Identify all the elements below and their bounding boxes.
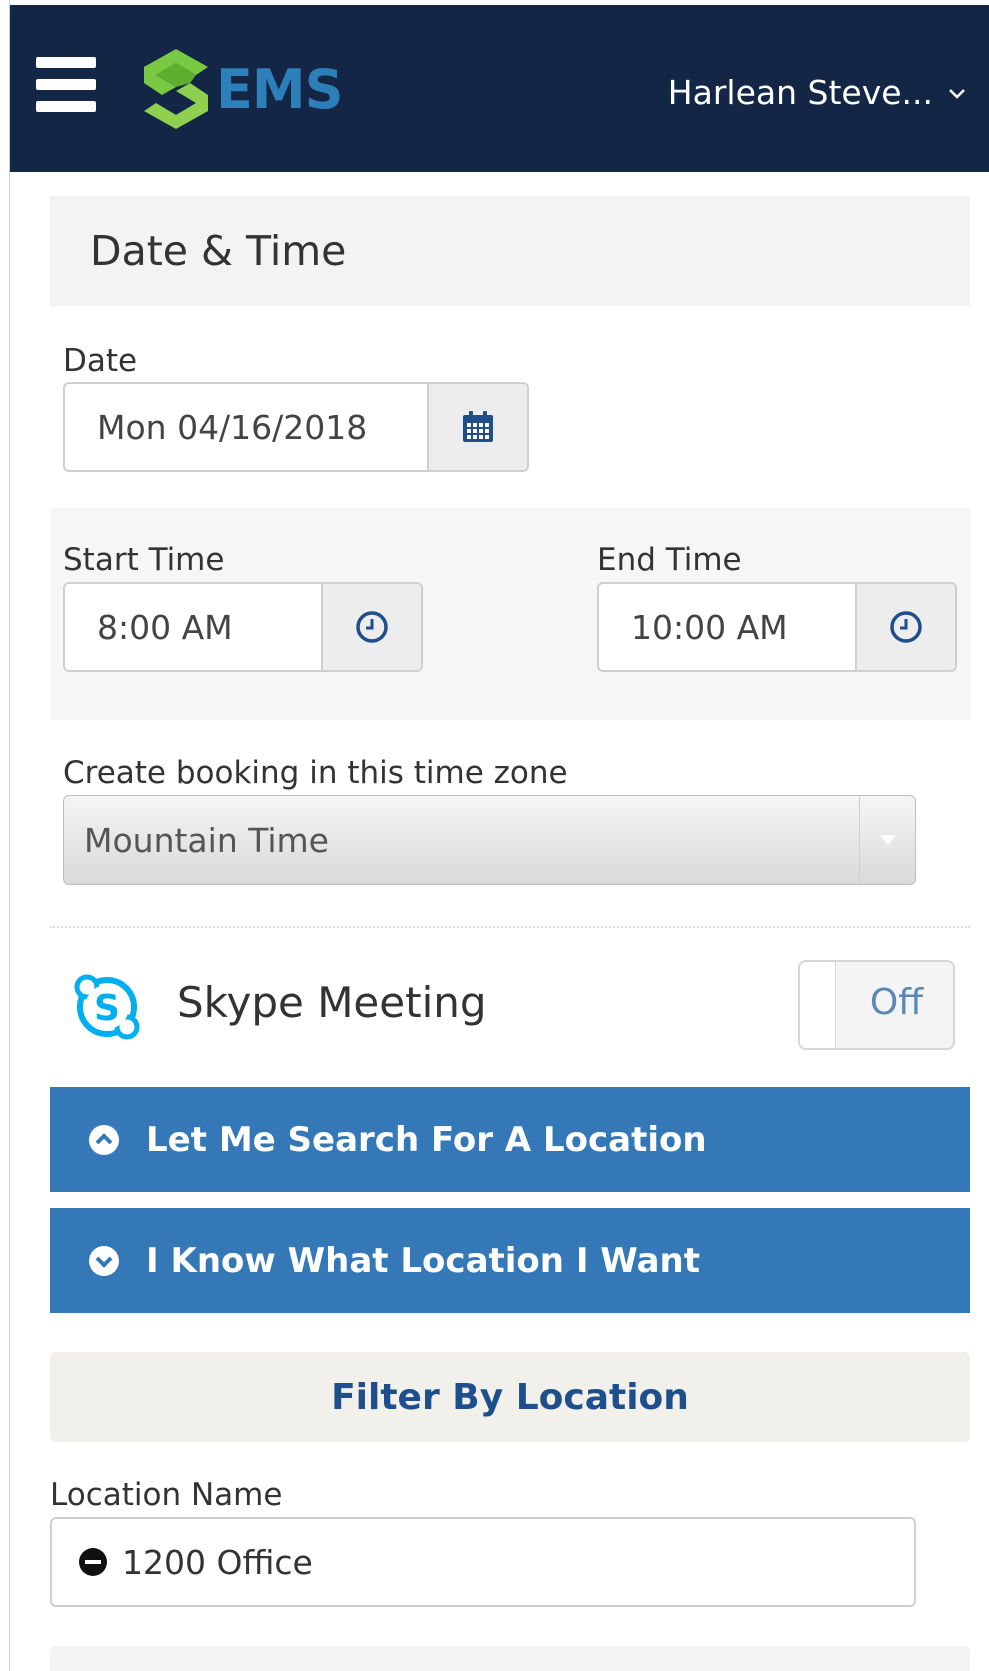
accordion-search-location-label: Let Me Search For A Location (146, 1119, 707, 1160)
end-time-label: End Time (597, 542, 742, 578)
clock-icon (356, 611, 388, 643)
start-time-label: Start Time (63, 542, 225, 578)
section-title: Date & Time (50, 196, 970, 306)
date-label: Date (63, 343, 138, 379)
end-time-picker-button[interactable] (855, 584, 955, 670)
start-time-field[interactable]: 8:00 AM (63, 582, 423, 672)
app-header: EMS Harlean Steve... (10, 5, 989, 172)
chevron-up-circle-icon (89, 1124, 119, 1155)
date-value[interactable]: Mon 04/16/2018 (65, 384, 427, 470)
calendar-button[interactable] (427, 384, 527, 470)
start-time-picker-button[interactable] (321, 584, 421, 670)
skype-icon: S (74, 974, 140, 1040)
end-time-field[interactable]: 10:00 AM (597, 582, 957, 672)
timezone-label: Create booking in this time zone (63, 755, 568, 791)
logo-text: EMS (216, 57, 344, 121)
svg-text:S: S (94, 988, 120, 1029)
filter-by-location-button[interactable]: Filter By Location (50, 1352, 970, 1442)
clock-icon (890, 611, 922, 643)
next-section-edge (50, 1646, 970, 1671)
frame-border (0, 0, 10, 1671)
skype-meeting-toggle[interactable]: Off (798, 960, 955, 1050)
chevron-down-icon (949, 88, 965, 99)
hamburger-icon[interactable] (36, 57, 96, 113)
accordion-know-location-label: I Know What Location I Want (146, 1240, 700, 1281)
timezone-selected: Mountain Time (84, 820, 329, 860)
minus-circle-icon[interactable] (78, 1547, 108, 1577)
date-field[interactable]: Mon 04/16/2018 (63, 382, 529, 472)
ems-logo-icon (144, 49, 208, 129)
accordion-know-location[interactable]: I Know What Location I Want (50, 1208, 970, 1313)
app-logo[interactable]: EMS (142, 49, 344, 129)
skype-meeting-row: S Skype Meeting Off (50, 950, 970, 1060)
chevron-down-circle-icon (89, 1245, 119, 1276)
location-name-value: 1200 Office (122, 1542, 313, 1582)
start-time-value[interactable]: 8:00 AM (65, 584, 321, 670)
location-name-field[interactable]: 1200 Office (50, 1517, 916, 1607)
timezone-select[interactable]: Mountain Time (63, 795, 916, 885)
divider (50, 926, 970, 928)
skype-meeting-label: Skype Meeting (177, 978, 487, 1027)
end-time-value[interactable]: 10:00 AM (599, 584, 855, 670)
toggle-knob (800, 962, 836, 1048)
dropdown-arrow-icon (859, 796, 915, 884)
location-name-label: Location Name (50, 1477, 283, 1513)
toggle-state: Off (869, 982, 923, 1023)
user-menu[interactable]: Harlean Steve... (668, 73, 967, 112)
accordion-search-location[interactable]: Let Me Search For A Location (50, 1087, 970, 1192)
calendar-icon (463, 411, 493, 442)
user-name: Harlean Steve... (667, 73, 933, 112)
